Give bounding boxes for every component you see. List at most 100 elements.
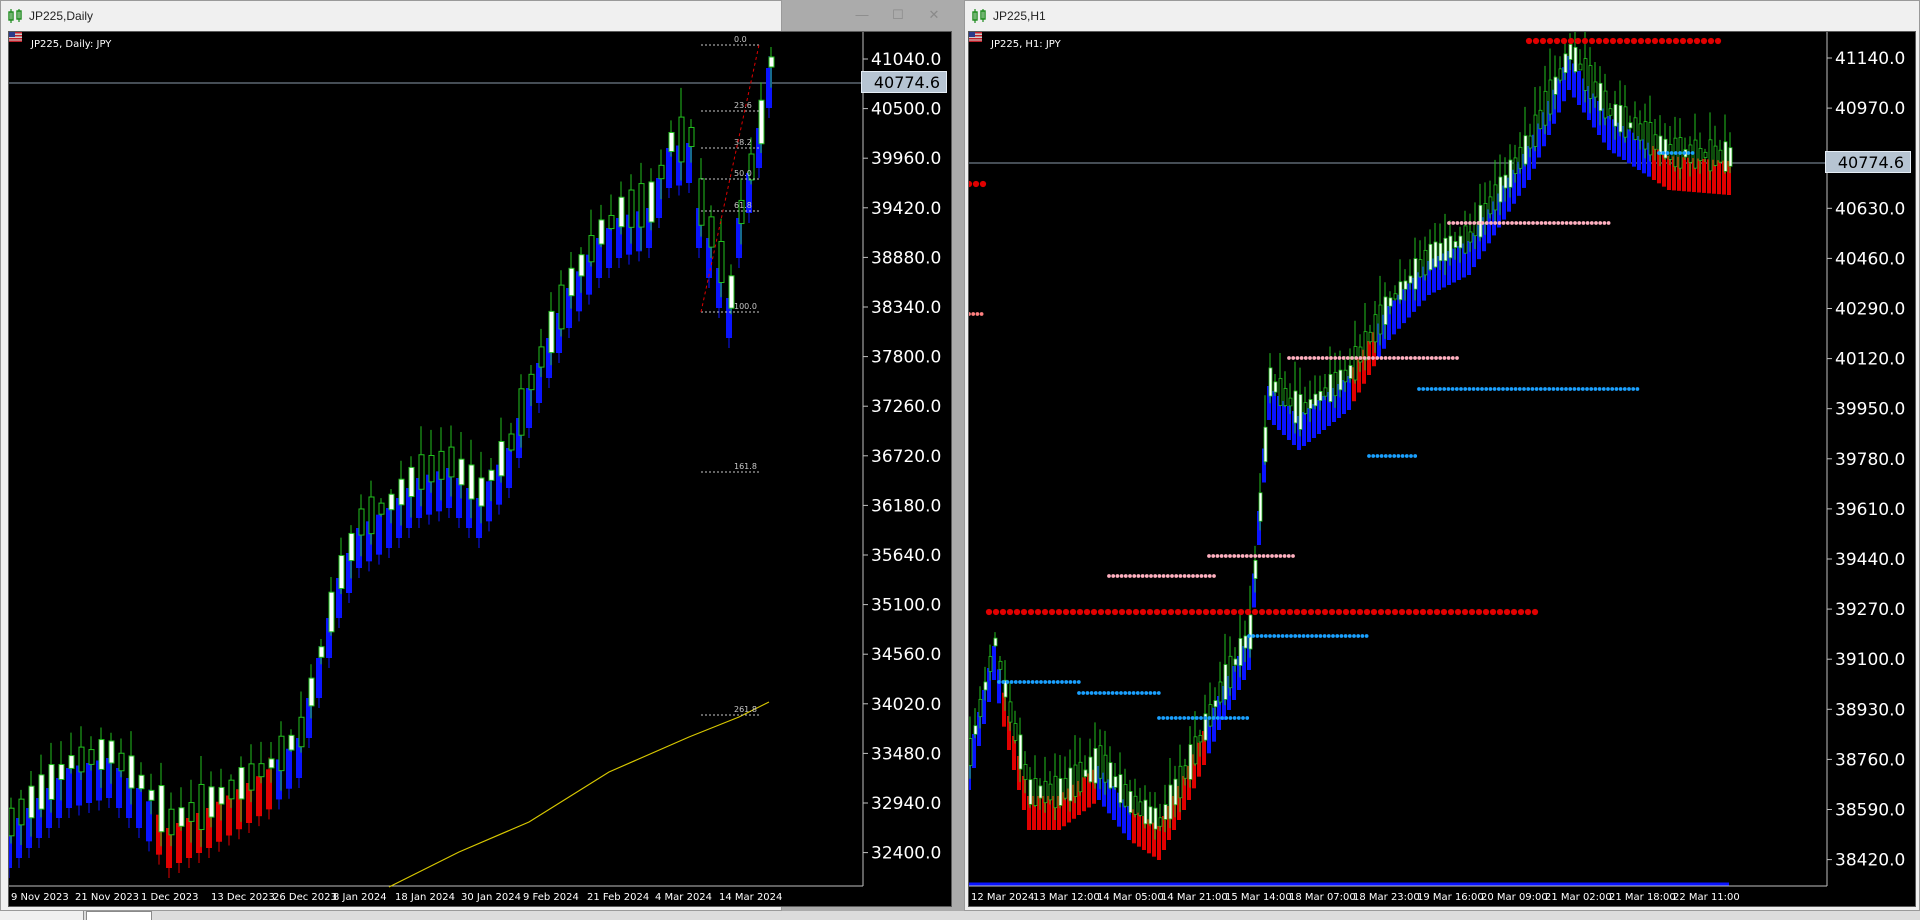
level-dot: [1178, 716, 1182, 720]
candle-body: [28, 785, 35, 819]
h1-window-titlebar[interactable]: JP225,H1: [965, 1, 1919, 31]
candle-body: [1488, 196, 1493, 215]
chart-tab-active[interactable]: [86, 911, 152, 920]
level-dot: [1106, 691, 1111, 695]
candle-body: [1438, 242, 1443, 262]
h1-chart-area[interactable]: JP225, H1: JPY 41140.040970.040800.04063…: [968, 31, 1916, 907]
candle-body: [148, 789, 155, 801]
level-dot: [1276, 634, 1281, 638]
level-dot: [1360, 634, 1365, 638]
level-dot: [1631, 387, 1636, 391]
date-tick-label: 4 Mar 2024: [655, 892, 712, 903]
candle-body: [108, 740, 115, 764]
level-dot: [1606, 221, 1611, 225]
yellow-moving-average: [388, 701, 770, 888]
level-dot: [1350, 356, 1354, 360]
level-dot: [1417, 356, 1422, 360]
level-dot: [1274, 554, 1279, 558]
level-dot: [1379, 454, 1384, 458]
candle-body: [678, 116, 685, 163]
candle-body: [1198, 734, 1203, 743]
candle-body: [1648, 122, 1653, 156]
ma-band-bar: [1682, 157, 1686, 192]
close-button[interactable]: ✕: [920, 5, 948, 25]
level-dot: [1543, 387, 1547, 391]
level-dot: [1577, 221, 1582, 225]
level-dot: [1030, 680, 1035, 684]
candle-body: [208, 786, 215, 818]
candle-body: [258, 763, 265, 778]
level-dot: [1602, 37, 1610, 45]
level-dot: [1622, 387, 1627, 391]
candle-body: [1258, 492, 1263, 522]
level-dot: [1489, 608, 1497, 616]
date-tick-label: 15 Mar 14:00: [1225, 892, 1292, 903]
level-dot: [1132, 574, 1137, 578]
level-dot: [1568, 221, 1573, 225]
date-tick-label: 13 Mar 12:00: [1033, 892, 1100, 903]
date-tick-label: 30 Jan 2024: [461, 892, 521, 903]
level-dot: [1279, 608, 1287, 616]
level-dot: [1644, 37, 1652, 45]
chart-tab[interactable]: [0, 911, 84, 920]
level-dot: [1409, 454, 1413, 458]
level-dot: [1207, 574, 1212, 578]
candle-body: [1408, 275, 1413, 284]
price-tick-label: 39960.0: [871, 149, 941, 169]
candle-body: [1573, 46, 1578, 73]
level-dot: [1136, 574, 1141, 578]
level-dot: [1303, 356, 1308, 360]
level-dot: [1048, 608, 1056, 616]
candle-body: [508, 433, 515, 451]
maximize-button[interactable]: ☐: [884, 5, 912, 25]
level-dot: [997, 680, 1001, 684]
level-dot: [1345, 356, 1350, 360]
candle-body: [9, 807, 15, 837]
level-dot: [1160, 608, 1168, 616]
candle-body: [608, 214, 615, 230]
candle-body: [1063, 777, 1068, 799]
level-dot: [1305, 634, 1310, 638]
level-dot: [1081, 691, 1086, 695]
ma-band-bar: [1082, 777, 1086, 812]
candle-body: [1538, 109, 1543, 130]
level-dot: [1284, 634, 1289, 638]
level-dot: [1278, 554, 1283, 558]
daily-window-titlebar[interactable]: JP225,Daily — — — — — — — — — — — — — — …: [1, 1, 781, 31]
level-dot: [1148, 691, 1153, 695]
candle-body: [1213, 700, 1218, 708]
candle-body: [1553, 76, 1558, 95]
level-dot: [1153, 574, 1158, 578]
candle-body: [1223, 664, 1228, 700]
ma-band-bar: [992, 646, 996, 680]
window-title: JP225,Daily: [29, 9, 94, 23]
level-dot: [1526, 387, 1531, 391]
date-tick-label: 20 Mar 09:00: [1481, 892, 1548, 903]
candle-body: [1183, 765, 1188, 779]
level-dot: [1211, 554, 1216, 558]
ma-band-bar: [1557, 78, 1561, 113]
candle-body: [158, 785, 165, 833]
level-dot: [1484, 387, 1489, 391]
level-dot: [1280, 634, 1285, 638]
level-dot: [1287, 356, 1291, 360]
level-dot: [1055, 680, 1060, 684]
candle-body: [368, 496, 375, 535]
level-dot: [1514, 221, 1519, 225]
candle-body: [268, 758, 275, 769]
level-dot: [1392, 356, 1396, 360]
level-dot: [1237, 608, 1245, 616]
candle-body: [528, 373, 535, 391]
level-dot: [1383, 356, 1388, 360]
candle-body: [178, 807, 185, 827]
ma-band-bar: [1627, 129, 1631, 164]
candle-body: [538, 346, 545, 368]
date-tick-label: 21 Feb 2024: [587, 892, 649, 903]
level-dot: [1165, 716, 1170, 720]
level-dot: [1442, 356, 1447, 360]
daily-chart-area[interactable]: JP225, Daily: JPY 41040.0 40500.0 39960.0 3…: [8, 31, 952, 907]
level-dot: [1324, 356, 1329, 360]
candle-body: [1698, 147, 1703, 162]
minimize-button[interactable]: —: [848, 5, 876, 25]
candle-body: [1308, 399, 1313, 409]
